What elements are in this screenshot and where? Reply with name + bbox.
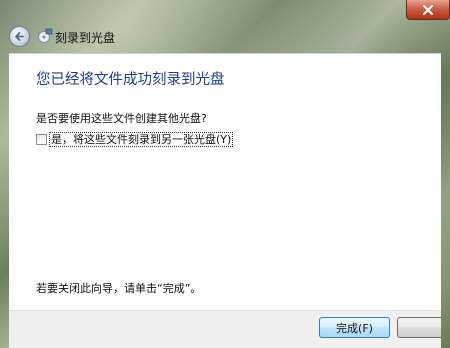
page-heading: 您已经将文件成功刻录到光盘: [36, 72, 225, 88]
back-button[interactable]: [9, 26, 30, 47]
wizard-content: 您已经将文件成功刻录到光盘 是否要使用这些文件创建其他光盘? 是，将这些文件刻录…: [9, 53, 441, 311]
finish-button[interactable]: 完成(F): [319, 317, 390, 338]
wizard-footer: 完成(F): [9, 310, 441, 348]
close-hint: 若要关闭此向导，请单击“完成”。: [36, 282, 202, 295]
window-title: 刻录到光盘: [55, 31, 116, 45]
close-button[interactable]: [406, 0, 450, 20]
burn-wizard-window: 刻录到光盘 您已经将文件成功刻录到光盘 是否要使用这些文件创建其他光盘? 是，将…: [0, 0, 450, 348]
create-another-disc-option[interactable]: 是，将这些文件刻录到另一张光盘(Y): [36, 132, 234, 147]
question-label: 是否要使用这些文件创建其他光盘?: [36, 112, 207, 125]
back-arrow-icon: [15, 32, 24, 41]
burn-disc-icon: [38, 28, 53, 43]
create-another-disc-checkbox[interactable]: [36, 134, 47, 145]
close-icon: [423, 4, 433, 15]
cancel-button[interactable]: [397, 317, 441, 338]
create-another-disc-label[interactable]: 是，将这些文件刻录到另一张光盘(Y): [49, 132, 234, 147]
